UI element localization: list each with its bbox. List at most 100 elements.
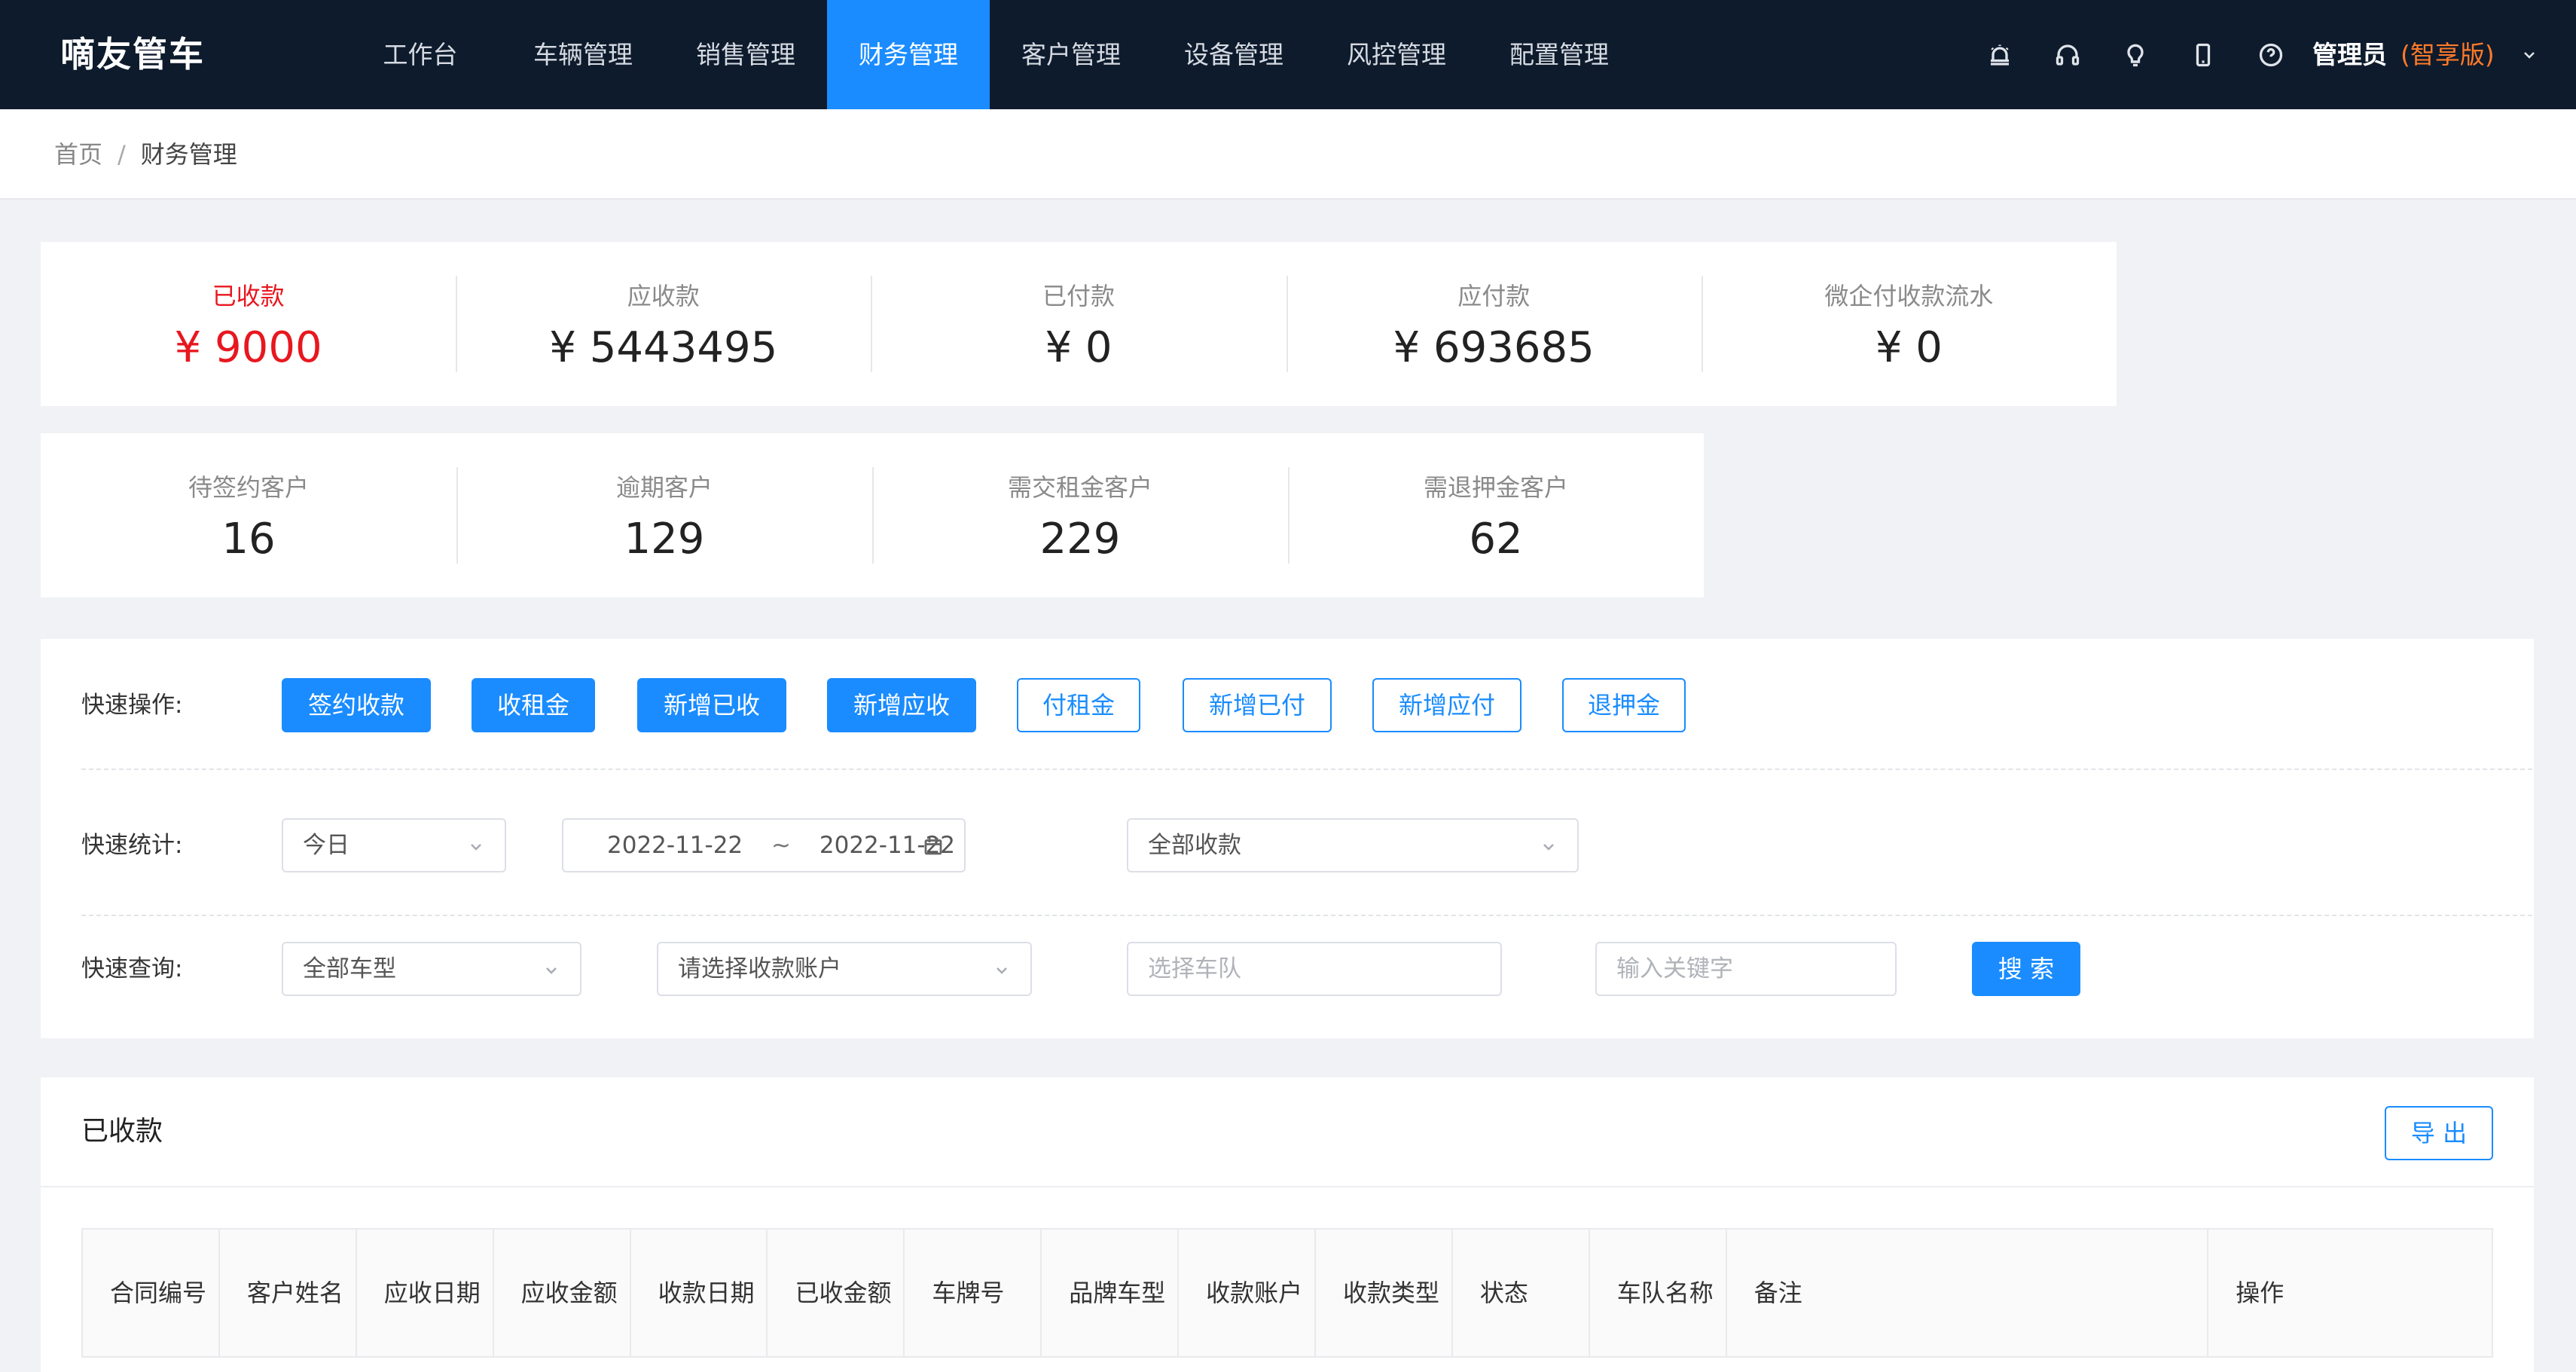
nav-item-vehicles[interactable]: 车辆管理 [502, 0, 664, 109]
nav-item-customers[interactable]: 客户管理 [990, 0, 1152, 109]
stat-label: 需退押金客户 [1423, 473, 1568, 502]
date-start: 2022-11-22 [607, 832, 743, 859]
column-actions[interactable]: 操作 [2208, 1230, 2492, 1356]
stat-value: ¥ 0 [1045, 323, 1113, 372]
stat-value: 62 [1469, 515, 1523, 564]
stat-pending-sign[interactable]: 待签约客户 16 [41, 433, 456, 597]
column-received-amount[interactable]: 已收金额 [768, 1230, 905, 1356]
stat-value: 16 [221, 515, 276, 564]
stat-label: 逾期客户 [615, 473, 713, 502]
column-due-date[interactable]: 应收日期 [357, 1230, 494, 1356]
stat-rent-due[interactable]: 需交租金客户 229 [872, 433, 1288, 597]
chevron-down-icon [1543, 844, 1554, 851]
nav-item-config[interactable]: 配置管理 [1478, 0, 1641, 109]
stat-label: 应收款 [627, 282, 700, 310]
search-button[interactable]: 搜 索 [1972, 942, 2080, 996]
breadcrumb-home[interactable]: 首页 [54, 140, 102, 169]
stat-label: 已付款 [1042, 282, 1116, 310]
collect-rent-button[interactable]: 收租金 [472, 678, 595, 732]
stat-value: ¥ 5443495 [549, 323, 778, 372]
column-fleet-name[interactable]: 车队名称 [1590, 1230, 1727, 1356]
column-brand-model[interactable]: 品牌车型 [1042, 1230, 1180, 1356]
chevron-down-icon [2523, 51, 2535, 59]
column-due-amount[interactable]: 应收金额 [494, 1230, 631, 1356]
vehicle-type-select[interactable]: 全部车型 [282, 942, 581, 996]
nav-item-sales[interactable]: 销售管理 [664, 0, 827, 109]
table-header: 合同编号 客户姓名 应收日期 应收金额 收款日期 已收金额 车牌号 品牌车型 收… [81, 1228, 2493, 1358]
column-collection-date[interactable]: 收款日期 [631, 1230, 768, 1356]
stat-value: 229 [1039, 515, 1121, 564]
column-collection-account[interactable]: 收款账户 [1179, 1230, 1317, 1356]
stat-value: ¥ 0 [1875, 323, 1943, 372]
stat-label: 待签约客户 [188, 473, 309, 502]
stat-overdue[interactable]: 逾期客户 129 [456, 433, 872, 597]
headset-icon[interactable] [2034, 0, 2101, 109]
divider [81, 915, 2532, 916]
quick-stats-label: 快速统计: [81, 832, 183, 859]
pay-rent-button[interactable]: 付租金 [1017, 678, 1140, 732]
refund-deposit-button[interactable]: 退押金 [1562, 678, 1686, 732]
column-contract-no[interactable]: 合同编号 [83, 1230, 220, 1356]
nav-item-devices[interactable]: 设备管理 [1152, 0, 1315, 109]
lightbulb-icon[interactable] [2101, 0, 2169, 109]
quick-query-row: 快速查询: 全部车型 请选择收款账户 选择车队 输入关键字 搜 索 [81, 942, 2532, 996]
stat-paid[interactable]: 已付款 ¥ 0 [871, 242, 1286, 406]
stat-value: ¥ 693685 [1393, 323, 1595, 372]
column-customer-name[interactable]: 客户姓名 [220, 1230, 357, 1356]
finance-summary-card: 已收款 ¥ 9000 应收款 ¥ 5443495 已付款 ¥ 0 应付款 ¥ 6… [41, 242, 2117, 406]
help-icon[interactable] [2237, 0, 2305, 109]
collection-type-value: 全部收款 [1148, 832, 1241, 859]
nav-item-risk[interactable]: 风控管理 [1315, 0, 1478, 109]
phone-icon[interactable] [2169, 0, 2237, 109]
account-select[interactable]: 请选择收款账户 [657, 942, 1032, 996]
chevron-down-icon [546, 967, 557, 974]
fleet-placeholder: 选择车队 [1148, 955, 1241, 982]
stat-received[interactable]: 已收款 ¥ 9000 [41, 242, 456, 406]
header-tools [1966, 0, 2305, 109]
date-range-picker[interactable]: 2022-11-22 ~ 2022-11-22 [562, 818, 966, 872]
stat-payable[interactable]: 应付款 ¥ 693685 [1286, 242, 1702, 406]
breadcrumb-bar: 首页 / 财务管理 [0, 109, 2576, 200]
column-remarks[interactable]: 备注 [1727, 1230, 2209, 1356]
customer-summary-card: 待签约客户 16 逾期客户 129 需交租金客户 229 需退押金客户 62 [41, 433, 1704, 597]
main-nav: 工作台 车辆管理 销售管理 财务管理 客户管理 设备管理 风控管理 配置管理 [339, 0, 1641, 109]
breadcrumb: 首页 / 财务管理 [54, 109, 237, 200]
stat-receivable[interactable]: 应收款 ¥ 5443495 [456, 242, 871, 406]
app-logo[interactable]: 嘀友管车 [60, 0, 205, 109]
nav-item-workbench[interactable]: 工作台 [339, 0, 502, 109]
add-receivable-button[interactable]: 新增应收 [827, 678, 976, 732]
divider [81, 769, 2532, 770]
user-name: 管理员 [2312, 40, 2387, 69]
period-value: 今日 [303, 832, 349, 859]
nav-item-finance[interactable]: 财务管理 [827, 0, 990, 109]
export-button[interactable]: 导 出 [2385, 1106, 2493, 1160]
add-received-button[interactable]: 新增已收 [637, 678, 786, 732]
alarm-icon[interactable] [1966, 0, 2034, 109]
calendar-icon [924, 837, 942, 855]
table-title: 已收款 [81, 1116, 163, 1147]
stat-value: 129 [624, 515, 705, 564]
user-menu[interactable]: 管理员 (智享版) [2312, 0, 2538, 109]
quick-ops-label: 快速操作: [81, 692, 183, 719]
period-select[interactable]: 今日 [282, 818, 506, 872]
chevron-down-icon [997, 967, 1007, 974]
add-payable-button[interactable]: 新增应付 [1372, 678, 1521, 732]
column-collection-type[interactable]: 收款类型 [1316, 1230, 1453, 1356]
stat-deposit-refund[interactable]: 需退押金客户 62 [1288, 433, 1704, 597]
date-range-separator: ~ [771, 832, 792, 859]
edition-badge: (智享版) [2401, 40, 2495, 69]
received-table-card: 已收款 导 出 合同编号 客户姓名 应收日期 应收金额 收款日期 已收金额 车牌… [41, 1077, 2534, 1372]
collection-type-select[interactable]: 全部收款 [1127, 818, 1579, 872]
quick-stats-row: 快速统计: 今日 2022-11-22 ~ 2022-11-22 全部收款 [81, 818, 2532, 872]
fleet-select[interactable]: 选择车队 [1127, 942, 1502, 996]
column-plate-no[interactable]: 车牌号 [905, 1230, 1042, 1356]
sign-collect-button[interactable]: 签约收款 [282, 678, 431, 732]
keyword-input[interactable]: 输入关键字 [1595, 942, 1897, 996]
column-status[interactable]: 状态 [1453, 1230, 1590, 1356]
quick-query-label: 快速查询: [81, 955, 183, 982]
stat-value: ¥ 9000 [174, 323, 322, 372]
stat-wechat-pay-flow[interactable]: 微企付收款流水 ¥ 0 [1701, 242, 2117, 406]
stat-label: 微企付收款流水 [1824, 282, 1994, 310]
add-paid-button[interactable]: 新增已付 [1183, 678, 1332, 732]
divider [41, 1186, 2534, 1187]
